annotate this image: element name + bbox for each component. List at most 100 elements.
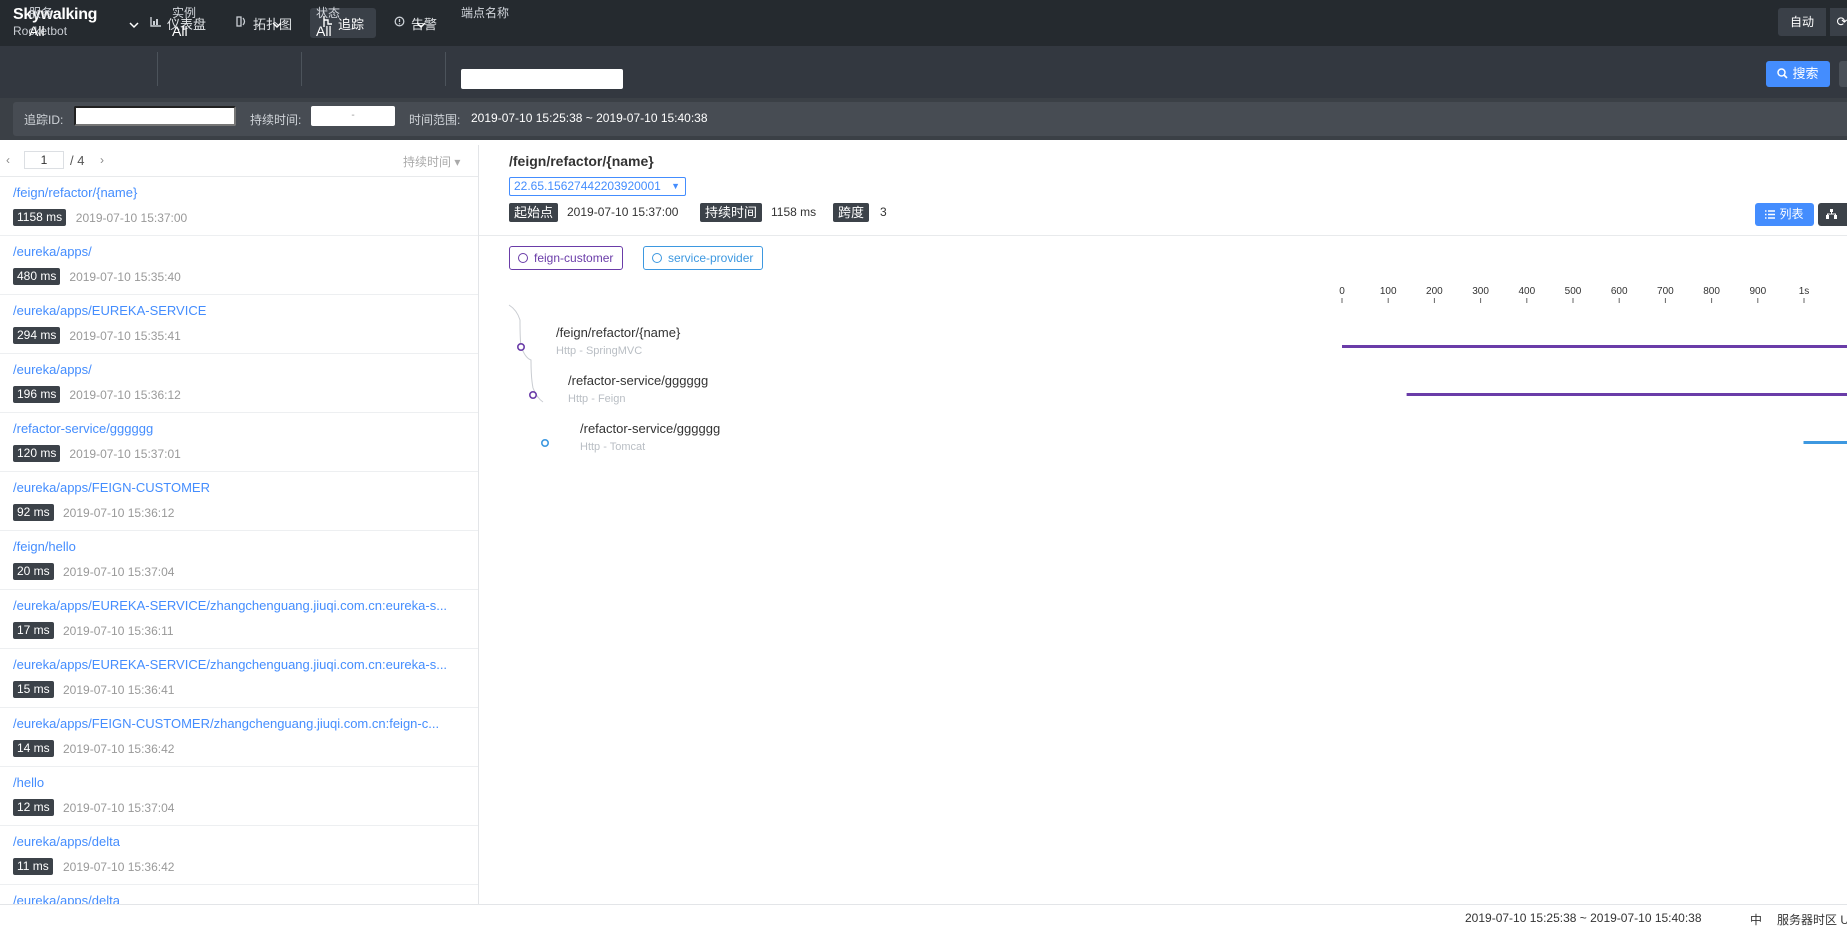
- timeline-tick-label: 600: [1611, 286, 1628, 297]
- trace-endpoint-link[interactable]: /refactor-service/gggggg: [13, 421, 468, 436]
- trace-list-item[interactable]: /eureka/apps/FEIGN-CUSTOMER 92 ms 2019-07-…: [0, 472, 478, 531]
- trace-duration-badge: 294 ms: [13, 327, 61, 344]
- trace-list-panel: ‹ 1 / 4 › 持续时间 ▾ /feign/refactor/{name} 1…: [0, 145, 479, 904]
- trace-list-item[interactable]: /eureka/apps/EUREKA-SERVICE/zhangchengua…: [0, 649, 478, 708]
- service-tag-feign-customer[interactable]: feign-customer: [509, 246, 624, 270]
- span-count-label-badge: 跨度: [833, 203, 870, 222]
- refresh-icon[interactable]: ⟳: [1830, 8, 1847, 36]
- more-button[interactable]: [1839, 61, 1847, 87]
- span-node[interactable]: [540, 439, 549, 448]
- page-total: / 4: [70, 153, 85, 168]
- status-select[interactable]: 状态 All: [316, 6, 426, 46]
- search-button[interactable]: 搜索: [1766, 61, 1830, 87]
- tree-view-button[interactable]: [1818, 203, 1847, 226]
- filter-divider: [445, 52, 446, 86]
- trace-id-value: 22.65.15627442203920001: [514, 179, 661, 193]
- span-component-label: Http - SpringMVC: [556, 345, 643, 357]
- trace-start-time: 2019-07-10 15:36:11: [63, 624, 174, 638]
- trace-duration-badge: 480 ms: [13, 268, 61, 285]
- trace-endpoint-link[interactable]: /eureka/apps/FEIGN-CUSTOMER: [13, 480, 468, 495]
- page-input[interactable]: 1: [24, 151, 64, 169]
- span-tree-connector: [508, 304, 544, 403]
- service-tag-service-provider[interactable]: service-provider: [643, 246, 764, 270]
- caret-down-icon: ▼: [671, 181, 680, 191]
- chevron-down-icon: [416, 22, 426, 29]
- trace-endpoint-link[interactable]: /feign/hello: [13, 539, 468, 554]
- status-select-value: All: [316, 23, 332, 39]
- duration-label: 持续时间:: [250, 113, 302, 127]
- service-color-icon: [652, 253, 662, 263]
- span-endpoint-name[interactable]: /refactor-service/gggggg: [580, 421, 720, 436]
- trace-duration-badge: 20 ms: [13, 563, 54, 580]
- trace-timeline: 01002003004005006007008009001s1 /feign/r…: [479, 280, 1847, 470]
- service-select[interactable]: 服务 All: [29, 6, 139, 46]
- trace-list-item[interactable]: /eureka/apps/EUREKA-SERVICE/zhangchengua…: [0, 590, 478, 649]
- time-range-value[interactable]: 2019-07-10 15:25:38 ~ 2019-07-10 15:40:3…: [471, 111, 708, 125]
- service-tag-label: feign-customer: [534, 251, 614, 265]
- trace-duration-badge: 120 ms: [13, 445, 61, 462]
- trace-duration-badge: 11 ms: [13, 858, 53, 875]
- timeline-tick-label: 700: [1657, 286, 1674, 297]
- tree-icon: [1826, 209, 1837, 219]
- start-value: 2019-07-10 15:37:00: [567, 205, 679, 219]
- service-select-value: All: [29, 23, 45, 39]
- trace-endpoint-link[interactable]: /eureka/apps/EUREKA-SERVICE/zhangchengua…: [13, 598, 468, 613]
- span-duration-bar[interactable]: [1342, 345, 1847, 348]
- server-timezone: 服务器时区 U: [1777, 913, 1847, 927]
- endpoint-filter: 端点名称: [461, 6, 631, 46]
- endpoint-filter-label: 端点名称: [461, 6, 510, 20]
- trace-endpoint-link[interactable]: /eureka/apps/delta: [13, 834, 468, 849]
- duration-label-badge: 持续时间: [700, 203, 763, 222]
- trace-list-item[interactable]: /feign/hello 20 ms 2019-07-10 15:37:04: [0, 531, 478, 590]
- trace-list-item[interactable]: /feign/refactor/{name} 1158 ms 2019-07-10 …: [0, 177, 478, 236]
- trace-list-item[interactable]: /eureka/apps/196 ms 2019-07-10 15:36:12: [0, 354, 478, 413]
- language-toggle[interactable]: 中: [1750, 911, 1762, 928]
- span-duration-bar[interactable]: [1406, 393, 1847, 396]
- trace-start-time: 2019-07-10 15:35:41: [69, 329, 181, 343]
- trace-id-input[interactable]: [74, 106, 236, 126]
- trace-endpoint-link[interactable]: /eureka/apps/EUREKA-SERVICE: [13, 303, 468, 318]
- instance-select-value: All: [172, 23, 188, 39]
- status-time-range[interactable]: 2019-07-10 15:25:38 ~ 2019-07-10 15:40:3…: [1465, 911, 1702, 925]
- span-endpoint-name[interactable]: /feign/refactor/{name}: [556, 325, 680, 340]
- trace-start-time: 2019-07-10 15:36:12: [63, 506, 175, 520]
- list-view-button[interactable]: 列表: [1755, 203, 1814, 226]
- service-tag-label: service-provider: [668, 251, 754, 265]
- trace-endpoint-link[interactable]: /eureka/apps/EUREKA-SERVICE/zhangchengua…: [13, 657, 468, 672]
- trace-list-item[interactable]: /eureka/apps/EUREKA-SERVICE 294 ms 2019-07…: [0, 295, 478, 354]
- span-node[interactable]: [528, 391, 537, 400]
- trace-list-item[interactable]: /eureka/apps/delta: [0, 885, 478, 904]
- duration-range-input[interactable]: -: [311, 106, 395, 126]
- trace-list-item[interactable]: /refactor-service/gggggg 120 ms 2019-07-10…: [0, 413, 478, 472]
- trace-endpoint-link[interactable]: /eureka/apps/: [13, 244, 468, 259]
- chevron-right-icon[interactable]: ›: [100, 153, 104, 167]
- trace-endpoint-link[interactable]: /hello: [13, 775, 468, 790]
- sort-select[interactable]: 持续时间 ▾: [403, 153, 460, 170]
- auto-refresh-button[interactable]: 自动: [1778, 8, 1827, 36]
- instance-select[interactable]: 实例 All: [172, 6, 282, 46]
- endpoint-name-input[interactable]: [461, 69, 623, 89]
- trace-start-time: 2019-07-10 15:36:12: [69, 388, 181, 402]
- chevron-down-icon: [129, 22, 139, 29]
- timeline-tick-label: 100: [1380, 286, 1397, 297]
- trace-id-select[interactable]: 22.65.15627442203920001 ▼: [509, 177, 686, 196]
- trace-endpoint-link[interactable]: /eureka/apps/FEIGN-CUSTOMER/zhangchengua…: [13, 716, 468, 731]
- trace-endpoint-link[interactable]: /eureka/apps/delta: [13, 893, 468, 904]
- trace-start-time: 2019-07-10 15:37:01: [69, 447, 181, 461]
- trace-endpoint-link[interactable]: /feign/refactor/{name}: [13, 185, 468, 200]
- trace-endpoint-link[interactable]: /eureka/apps/: [13, 362, 468, 377]
- trace-duration-badge: 12 ms: [13, 799, 54, 816]
- trace-list-item[interactable]: /eureka/apps/delta 11 ms 2019-07-10 15:36:…: [0, 826, 478, 885]
- span-node[interactable]: [516, 342, 525, 351]
- chevron-left-icon[interactable]: ‹: [6, 153, 10, 167]
- chevron-down-icon: [272, 22, 282, 29]
- service-color-icon: [518, 253, 528, 263]
- trace-detail-title: /feign/refactor/{name}: [509, 153, 654, 169]
- span-count-value: 3: [880, 205, 887, 219]
- trace-list-item[interactable]: /eureka/apps/FEIGN-CUSTOMER/zhangchengua…: [0, 708, 478, 767]
- span-duration-bar[interactable]: [1803, 441, 1847, 444]
- span-endpoint-name[interactable]: /refactor-service/gggggg: [568, 373, 708, 388]
- trace-list-item[interactable]: /eureka/apps/480 ms 2019-07-10 15:35:40: [0, 236, 478, 295]
- filter-bar: [0, 46, 1847, 98]
- trace-list-item[interactable]: /hello 12 ms 2019-07-10 15:37:04: [0, 767, 478, 826]
